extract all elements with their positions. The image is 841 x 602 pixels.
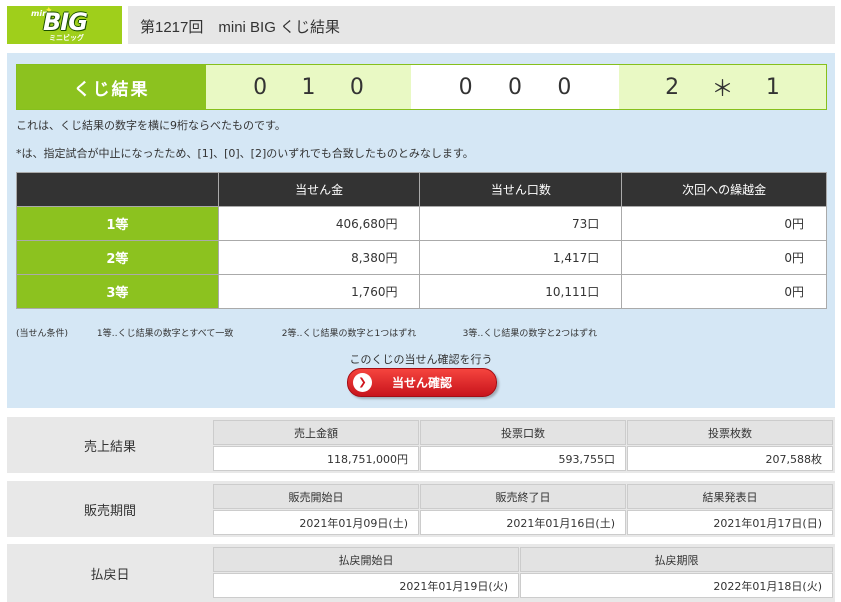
payout-deadline-value: 2022年01月18日(火) xyxy=(520,573,833,598)
result-digit: 0 xyxy=(253,74,268,100)
result-digit: 0 xyxy=(507,74,522,100)
prize-amount: 8,380円 xyxy=(217,240,421,275)
table-row: 1等 406,680円 73口 0円 xyxy=(16,206,827,241)
check-winning-button[interactable]: ❯ 当せん確認 xyxy=(347,368,497,397)
kuji-result-label: くじ結果 xyxy=(17,65,206,109)
sales-units-value: 593,755口 xyxy=(420,446,626,471)
period-announce-value: 2021年01月17日(日) xyxy=(627,510,833,535)
winning-conditions: (当せん条件) 1等‥くじ結果の数字とすべて一致 2等‥くじ結果の数字と1つはず… xyxy=(16,326,597,339)
payout-block: 払戻日 払戻開始日 払戻期限 2021年01月19日(火) 2022年01月18… xyxy=(7,544,835,602)
sales-amount-value: 118,751,000円 xyxy=(213,446,419,471)
prize-grade: 1等 xyxy=(16,206,219,241)
page-title: 第1217回 mini BIG くじ結果 xyxy=(140,19,341,36)
condition-grade-3: 3等‥くじ結果の数字と2つはずれ xyxy=(462,329,598,339)
prize-count: 10,111口 xyxy=(419,274,623,309)
logo-big-text: BIG xyxy=(43,8,88,36)
result-digit: 0 xyxy=(557,74,572,100)
result-digit: 2 xyxy=(665,74,680,100)
prize-carryover: 0円 xyxy=(621,240,827,275)
prize-header-amount: 当せん金 xyxy=(217,172,421,207)
sales-period-block: 販売期間 販売開始日 販売終了日 結果発表日 2021年01月09日(土) 20… xyxy=(7,481,835,537)
result-panel: くじ結果 0 1 0 0 0 0 2 ＊ 1 これは、くじ結果の数字を横に9桁な… xyxy=(7,53,835,408)
conditions-label: (当せん条件) xyxy=(16,329,69,339)
prize-table-header-row: 当せん金 当せん口数 次回への繰越金 xyxy=(16,172,827,207)
table-row: 3等 1,760円 10,111口 0円 xyxy=(16,274,827,309)
sales-result-label: 売上結果 xyxy=(83,439,136,455)
cancelled-match-note: *は、指定試合が中止になったため、[1]、[0]、[2]のいずれでも合致したもの… xyxy=(16,147,474,160)
arrow-right-icon: ❯ xyxy=(353,373,372,392)
prize-amount: 1,760円 xyxy=(217,274,421,309)
prize-header-carryover: 次回への繰越金 xyxy=(621,172,827,207)
result-digit: 0 xyxy=(458,74,473,100)
period-start-value: 2021年01月09日(土) xyxy=(213,510,419,535)
digit-group-3: 2 ＊ 1 xyxy=(619,65,826,109)
prize-table: 当せん金 当せん口数 次回への繰越金 1等 406,680円 73口 0円 2等… xyxy=(16,172,827,309)
prize-carryover: 0円 xyxy=(621,274,827,309)
check-winning-button-label: 当せん確認 xyxy=(391,376,452,390)
sales-result-block: 売上結果 売上金額 投票口数 投票枚数 118,751,000円 593,755… xyxy=(7,417,835,473)
sales-header-units: 投票口数 xyxy=(420,420,626,445)
condition-grade-1: 1等‥くじ結果の数字とすべて一致 xyxy=(96,329,234,339)
digit-group-2: 0 0 0 xyxy=(411,65,619,109)
prize-grade: 3等 xyxy=(16,274,219,309)
prize-header-grade xyxy=(16,172,219,207)
prize-count: 73口 xyxy=(419,206,623,241)
prize-header-count: 当せん口数 xyxy=(419,172,623,207)
kuji-result-row: くじ結果 0 1 0 0 0 0 2 ＊ 1 xyxy=(16,64,827,110)
page-header: mini ✦ BIG ミニビッグ 第1217回 mini BIG くじ結果 xyxy=(7,6,835,44)
prize-carryover: 0円 xyxy=(621,206,827,241)
result-digit: 1 xyxy=(301,74,316,100)
period-end-value: 2021年01月16日(土) xyxy=(420,510,626,535)
payout-header-deadline: 払戻期限 xyxy=(520,547,833,572)
period-header-end: 販売終了日 xyxy=(420,484,626,509)
period-header-start: 販売開始日 xyxy=(213,484,419,509)
prize-amount: 406,680円 xyxy=(217,206,421,241)
mini-big-logo[interactable]: mini ✦ BIG ミニビッグ xyxy=(7,6,122,44)
confirm-prompt: このくじの当せん確認を行う xyxy=(349,353,493,366)
result-digit: 1 xyxy=(765,74,780,100)
sales-period-label: 販売期間 xyxy=(83,503,136,519)
result-digit: 0 xyxy=(349,74,364,100)
sales-tickets-value: 207,588枚 xyxy=(627,446,833,471)
payout-label: 払戻日 xyxy=(90,567,130,583)
sales-header-amount: 売上金額 xyxy=(213,420,419,445)
period-header-announce: 結果発表日 xyxy=(627,484,833,509)
sales-header-tickets: 投票枚数 xyxy=(627,420,833,445)
payout-start-value: 2021年01月19日(火) xyxy=(213,573,519,598)
condition-grade-2: 2等‥くじ結果の数字と1つはずれ xyxy=(281,329,417,339)
digit-group-1: 0 1 0 xyxy=(206,65,411,109)
result-note: これは、くじ結果の数字を横に9桁ならべたものです。 xyxy=(16,119,286,132)
prize-count: 1,417口 xyxy=(419,240,623,275)
prize-grade: 2等 xyxy=(16,240,219,275)
logo-sub-text: ミニビッグ xyxy=(49,34,84,42)
result-digit: ＊ xyxy=(711,77,734,102)
header-separator xyxy=(122,6,128,44)
payout-header-start: 払戻開始日 xyxy=(213,547,519,572)
table-row: 2等 8,380円 1,417口 0円 xyxy=(16,240,827,275)
